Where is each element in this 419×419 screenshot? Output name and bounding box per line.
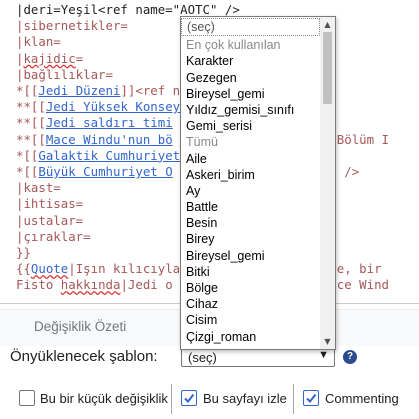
wikitext-segment: hakkında: [60, 277, 121, 293]
wikitext-segment: |kast=: [16, 180, 61, 196]
wikilink-text: Mace Windu'nun bö: [45, 131, 173, 147]
wikitext-segment: }}: [16, 245, 31, 260]
wikilink-text: Jedi Yüksek Konsey: [45, 99, 181, 115]
editor-line: |kajidic=: [0, 51, 83, 67]
template-dropdown-list[interactable]: (seç) En çok kullanılan Karakter Gezegen Bir…: [180, 16, 336, 350]
dropdown-option[interactable]: Yıldız_gemisi_sınıfı: [181, 102, 320, 118]
scroll-down-icon[interactable]: ▼: [320, 334, 335, 349]
wikitext-segment: |klan=: [16, 34, 61, 50]
dropdown-option[interactable]: Birey: [181, 231, 320, 247]
wikitext-segment: |Işın kılıcıyla: [68, 261, 181, 277]
wikitext-segment: **[[: [16, 131, 46, 147]
dropdown-option[interactable]: Bitki: [181, 264, 320, 280]
wikitext-segment: =: [75, 50, 84, 66]
scroll-up-icon[interactable]: ▲: [320, 17, 335, 32]
wikitext-segment: ]]<ref n: [120, 83, 181, 98]
wikitext-segment: Fisto: [16, 277, 61, 293]
wikitext-segment: **[[: [16, 115, 46, 131]
editor-line: }}: [0, 245, 31, 261]
wikitext-segment: {{: [16, 261, 31, 277]
divider: [171, 384, 172, 414]
editor-line: |çıraklar=: [0, 229, 91, 245]
editor-line: |ihtisas=: [0, 196, 83, 212]
checkmark-icon: [306, 393, 317, 404]
dropdown-option[interactable]: Çizgi_roman: [181, 329, 320, 345]
dropdown-option[interactable]: Cihaz: [181, 296, 320, 312]
wikitext-segment: *[[: [16, 164, 39, 179]
scrollbar-thumb[interactable]: [323, 32, 332, 104]
dropdown-scrollbar[interactable]: ▲ ▼: [320, 17, 335, 349]
divider: [293, 384, 294, 414]
template-select[interactable]: (seç) ▼: [181, 347, 335, 367]
wikitext-segment: |çıraklar=: [16, 228, 91, 244]
edit-summary-label: Değişiklik Özeti: [34, 319, 127, 334]
dropdown-option[interactable]: Askeri_birim: [181, 167, 320, 183]
dropdown-option[interactable]: Bireysel_gemi: [181, 248, 320, 264]
editor-line: *[[Jedi Düzeni]]<ref n: [0, 83, 180, 99]
minor-edit-checkbox[interactable]: [19, 390, 35, 406]
editor-line: |kast=: [0, 180, 61, 196]
commenting-label: Commenting: [325, 391, 399, 406]
dropdown-group-header: Tümü: [186, 135, 218, 150]
dropdown-option[interactable]: Ay: [181, 183, 320, 199]
wikitext-segment: |deri=Yeşil<ref name="AOTC" />: [16, 2, 240, 17]
editor-line: |ustalar=: [0, 213, 83, 229]
editor-line: |bağlılıklar=: [0, 67, 113, 83]
wikitext-segment: |sibernetikler=: [16, 18, 128, 34]
dropdown-option[interactable]: (seç): [181, 18, 320, 37]
wikilink-text: Jedi saldırı timi: [45, 115, 173, 131]
wikitext-segment: *[[: [16, 83, 39, 98]
dropdown-option[interactable]: Bölge: [181, 280, 320, 296]
watch-page-checkbox[interactable]: [181, 390, 197, 406]
dropdown-option[interactable]: Karakter: [181, 53, 320, 69]
template-select-value: (seç): [188, 350, 217, 365]
wikitext-segment: *[[: [16, 147, 39, 163]
wikilink-text: Galaktik Cumhuriyet: [38, 147, 181, 163]
dropdown-option[interactable]: Cisim: [181, 312, 320, 328]
wikilink-text: Jedi Düzeni: [38, 83, 121, 98]
wikitext-segment: **[[: [16, 99, 46, 115]
template-preload-label: Önyüklenecek şablon:: [10, 348, 158, 365]
dropdown-option[interactable]: Gezegen: [181, 70, 320, 86]
dropdown-option[interactable]: Gemi_serisi: [181, 118, 320, 134]
dropdown-option[interactable]: Bireysel_gemi: [181, 86, 320, 102]
commenting-checkbox[interactable]: [303, 390, 319, 406]
checkmark-icon: [184, 393, 195, 404]
editor-line: |sibernetikler=: [0, 18, 128, 34]
minor-edit-label: Bu bir küçük değişiklik: [40, 391, 168, 406]
wikilink-text: Büyük Cumhuriyet O: [38, 164, 173, 179]
dropdown-option[interactable]: Battle: [181, 199, 320, 215]
help-icon[interactable]: ?: [343, 350, 357, 364]
chevron-down-icon: ▼: [318, 349, 329, 361]
editor-line: |klan=: [0, 34, 61, 50]
editor-line: **[[Jedi saldırı timi: [0, 115, 173, 131]
dropdown-group-header: En çok kullanılan: [186, 38, 281, 53]
wikitext-segment: kajidic: [23, 50, 76, 66]
wikitext-segment: |Jedi o: [120, 277, 173, 293]
wikitext-segment: |ustalar=: [16, 212, 84, 228]
watch-page-label: Bu sayfayı izle: [203, 391, 287, 406]
wikitext-segment: |bağlılıklar=: [16, 66, 113, 82]
dropdown-option[interactable]: Besin: [181, 215, 320, 231]
dropdown-option[interactable]: Aile: [181, 151, 320, 167]
wikitext-segment: |ihtisas=: [16, 196, 84, 212]
wikilink-text: Quote: [30, 261, 69, 277]
dropdown-options: (seç) En çok kullanılan Karakter Gezegen Bir…: [181, 17, 320, 345]
